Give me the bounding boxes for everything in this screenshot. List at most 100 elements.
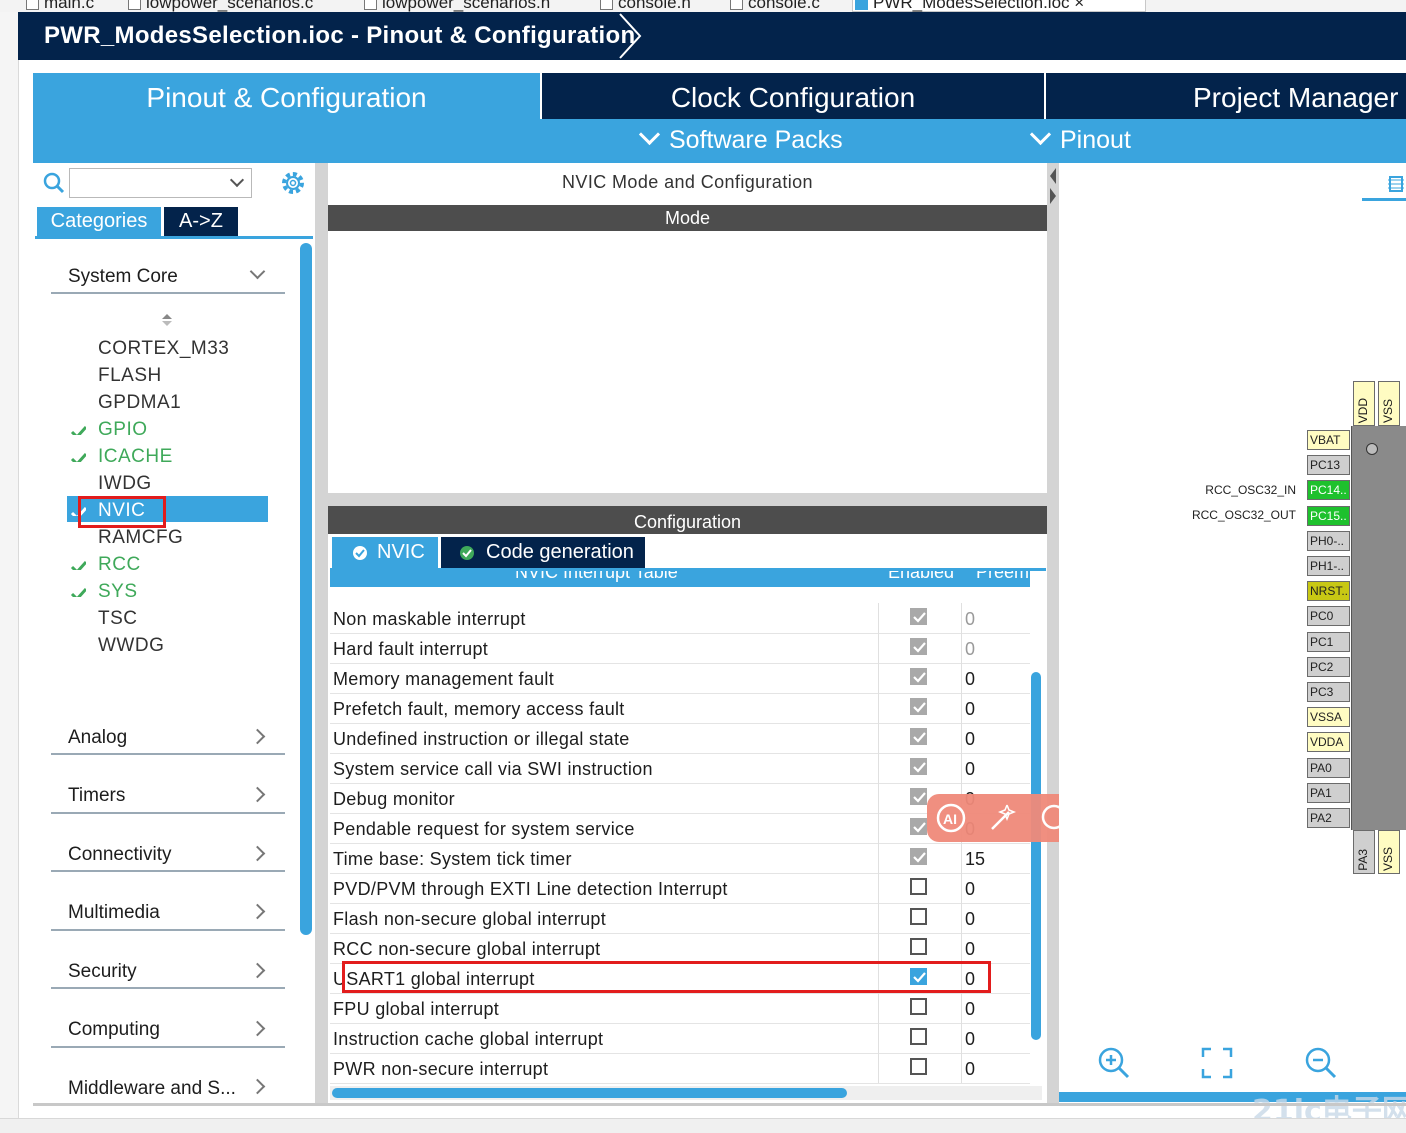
- enabled-checkbox[interactable]: [910, 638, 927, 655]
- chip-pin-pc15[interactable]: PC15..: [1307, 505, 1350, 526]
- category-security[interactable]: Security: [68, 961, 137, 983]
- sidebar-item-wwdg[interactable]: WWDG: [98, 635, 164, 657]
- chip-pin[interactable]: PA3: [1353, 830, 1375, 874]
- table-row[interactable]: Time base: System tick timer 15: [330, 843, 1030, 874]
- preemption-priority[interactable]: 0: [965, 879, 975, 900]
- preemption-priority[interactable]: 0: [965, 699, 975, 720]
- tab-nvic[interactable]: NVIC: [332, 537, 438, 568]
- category-system-core[interactable]: System Core: [68, 266, 178, 288]
- horizontal-splitter[interactable]: [328, 493, 1047, 506]
- sidebar-item-icache[interactable]: ICACHE: [98, 446, 173, 468]
- chip-pin-pc14[interactable]: PC14..: [1307, 480, 1350, 501]
- tab-a-to-z[interactable]: A->Z: [164, 207, 238, 236]
- column-header-enabled[interactable]: Enabled: [888, 571, 954, 583]
- table-row[interactable]: Prefetch fault, memory access fault 0: [330, 693, 1030, 724]
- close-icon[interactable]: ×: [1074, 0, 1084, 12]
- chip-pin-pa1[interactable]: PA1: [1307, 782, 1350, 803]
- enabled-checkbox[interactable]: [910, 728, 927, 745]
- table-row[interactable]: Hard fault interrupt 0: [330, 633, 1030, 664]
- splitter[interactable]: [315, 163, 328, 1103]
- horizontal-scrollbar[interactable]: [332, 1088, 847, 1098]
- sidebar-item-gpdma1[interactable]: GPDMA1: [98, 392, 181, 414]
- collapse-arrow-icon[interactable]: [1047, 166, 1059, 206]
- table-row[interactable]: Instruction cache global interrupt 0: [330, 1023, 1030, 1054]
- chip-pin-vbat[interactable]: VBAT: [1307, 430, 1350, 450]
- editor-tab-console-h[interactable]: console.h: [598, 0, 691, 12]
- chip-pin-pc0[interactable]: PC0: [1307, 606, 1350, 627]
- chip-pin-vdda[interactable]: VDDA: [1307, 732, 1350, 753]
- table-row[interactable]: PVD/PVM through EXTI Line detection Inte…: [330, 873, 1030, 904]
- editor-tab-lowpower-scenarios-c[interactable]: lowpower_scenarios.c: [126, 0, 313, 12]
- preemption-priority[interactable]: 0: [965, 759, 975, 780]
- tab-categories[interactable]: Categories: [37, 207, 161, 236]
- enabled-checkbox[interactable]: [910, 758, 927, 775]
- preemption-priority[interactable]: 15: [965, 849, 985, 870]
- enabled-checkbox[interactable]: [910, 908, 927, 925]
- chip-pin-pa2[interactable]: PA2: [1307, 808, 1350, 828]
- table-row[interactable]: Pendable request for system service0: [330, 813, 1030, 844]
- preemption-priority[interactable]: 0: [965, 1029, 975, 1050]
- chip-pin-ph1[interactable]: PH1-..: [1307, 556, 1350, 576]
- table-row[interactable]: Debug monitor0: [330, 783, 1030, 814]
- pinout-menu[interactable]: Pinout: [1029, 123, 1131, 155]
- tab-project-manager[interactable]: Project Manager: [1046, 73, 1406, 119]
- chip-pin-pc2[interactable]: PC2: [1307, 656, 1350, 677]
- sidebar-item-ramcfg[interactable]: RAMCFG: [98, 527, 183, 549]
- table-row[interactable]: Undefined instruction or illegal state 0: [330, 723, 1030, 754]
- editor-tab-lowpower-scenarios-h[interactable]: lowpower_scenarios.h: [362, 0, 550, 12]
- chip-pin-vssa[interactable]: VSSA: [1307, 707, 1350, 728]
- sidebar-item-cortex-m33[interactable]: CORTEX_M33: [98, 338, 229, 360]
- category-analog[interactable]: Analog: [68, 727, 127, 749]
- preemption-priority[interactable]: 0: [965, 609, 975, 630]
- chip-pin-pc1[interactable]: PC1: [1307, 631, 1350, 652]
- vertical-scrollbar[interactable]: [1031, 672, 1041, 1040]
- chip-pin-pc13[interactable]: PC13: [1307, 455, 1350, 476]
- zoom-in-icon[interactable]: [1097, 1046, 1131, 1080]
- category-timers[interactable]: Timers: [68, 785, 125, 807]
- fit-to-screen-icon[interactable]: [1201, 1047, 1233, 1079]
- splitter[interactable]: [1047, 163, 1059, 1103]
- preemption-priority[interactable]: 0: [965, 639, 975, 660]
- preemption-priority[interactable]: 0: [965, 909, 975, 930]
- enabled-checkbox[interactable]: [910, 998, 927, 1015]
- search-icon[interactable]: [43, 172, 65, 194]
- enabled-checkbox[interactable]: [910, 668, 927, 685]
- chip-pin[interactable]: VSS: [1378, 381, 1400, 426]
- chip-pin-pc3[interactable]: PC3: [1307, 682, 1350, 702]
- category-computing[interactable]: Computing: [68, 1019, 160, 1041]
- gear-icon[interactable]: [280, 170, 306, 196]
- editor-tab-main-c[interactable]: main.c: [24, 0, 94, 12]
- enabled-checkbox[interactable]: [910, 818, 927, 835]
- enabled-checkbox[interactable]: [910, 878, 927, 895]
- ai-assistant-icon[interactable]: AI: [935, 802, 969, 834]
- enabled-checkbox[interactable]: [910, 698, 927, 715]
- enabled-checkbox[interactable]: [910, 788, 927, 805]
- column-header-name[interactable]: NVIC Interrupt Table: [515, 571, 678, 583]
- chip-pin-ph0[interactable]: PH0-..: [1307, 530, 1350, 551]
- preemption-priority[interactable]: 0: [965, 1059, 975, 1080]
- preemption-priority[interactable]: 0: [965, 999, 975, 1020]
- chip-pin[interactable]: VDD: [1353, 381, 1375, 426]
- scrollbar[interactable]: [300, 243, 312, 935]
- sort-icon[interactable]: [160, 312, 174, 328]
- category-middleware[interactable]: Middleware and S...: [68, 1078, 236, 1100]
- sidebar-item-gpio[interactable]: GPIO: [98, 419, 148, 441]
- chip-pin[interactable]: VSS: [1378, 830, 1400, 874]
- zoom-out-icon[interactable]: [1304, 1046, 1338, 1080]
- table-row[interactable]: Flash non-secure global interrupt 0: [330, 903, 1030, 934]
- software-packs-menu[interactable]: Software Packs: [638, 123, 843, 155]
- chip-view-icon[interactable]: [1362, 173, 1406, 197]
- chevron-down-icon[interactable]: [229, 172, 245, 188]
- sidebar-item-flash[interactable]: FLASH: [98, 365, 162, 387]
- chip-pin-nrst[interactable]: NRST..: [1307, 581, 1350, 602]
- category-multimedia[interactable]: Multimedia: [68, 902, 160, 924]
- editor-tab-console-c[interactable]: console.c: [728, 0, 820, 12]
- magic-wand-icon[interactable]: [987, 802, 1019, 834]
- sidebar-item-tsc[interactable]: TSC: [98, 608, 138, 630]
- table-row[interactable]: RCC non-secure global interrupt 0: [330, 933, 1030, 964]
- table-row[interactable]: PWR non-secure interrupt 0: [330, 1053, 1030, 1084]
- tab-clock-configuration[interactable]: Clock Configuration: [542, 73, 1044, 119]
- editor-tab-ioc[interactable]: PWR_ModesSelection.ioc ×: [852, 0, 1146, 12]
- preemption-priority[interactable]: 0: [965, 729, 975, 750]
- category-connectivity[interactable]: Connectivity: [68, 844, 172, 866]
